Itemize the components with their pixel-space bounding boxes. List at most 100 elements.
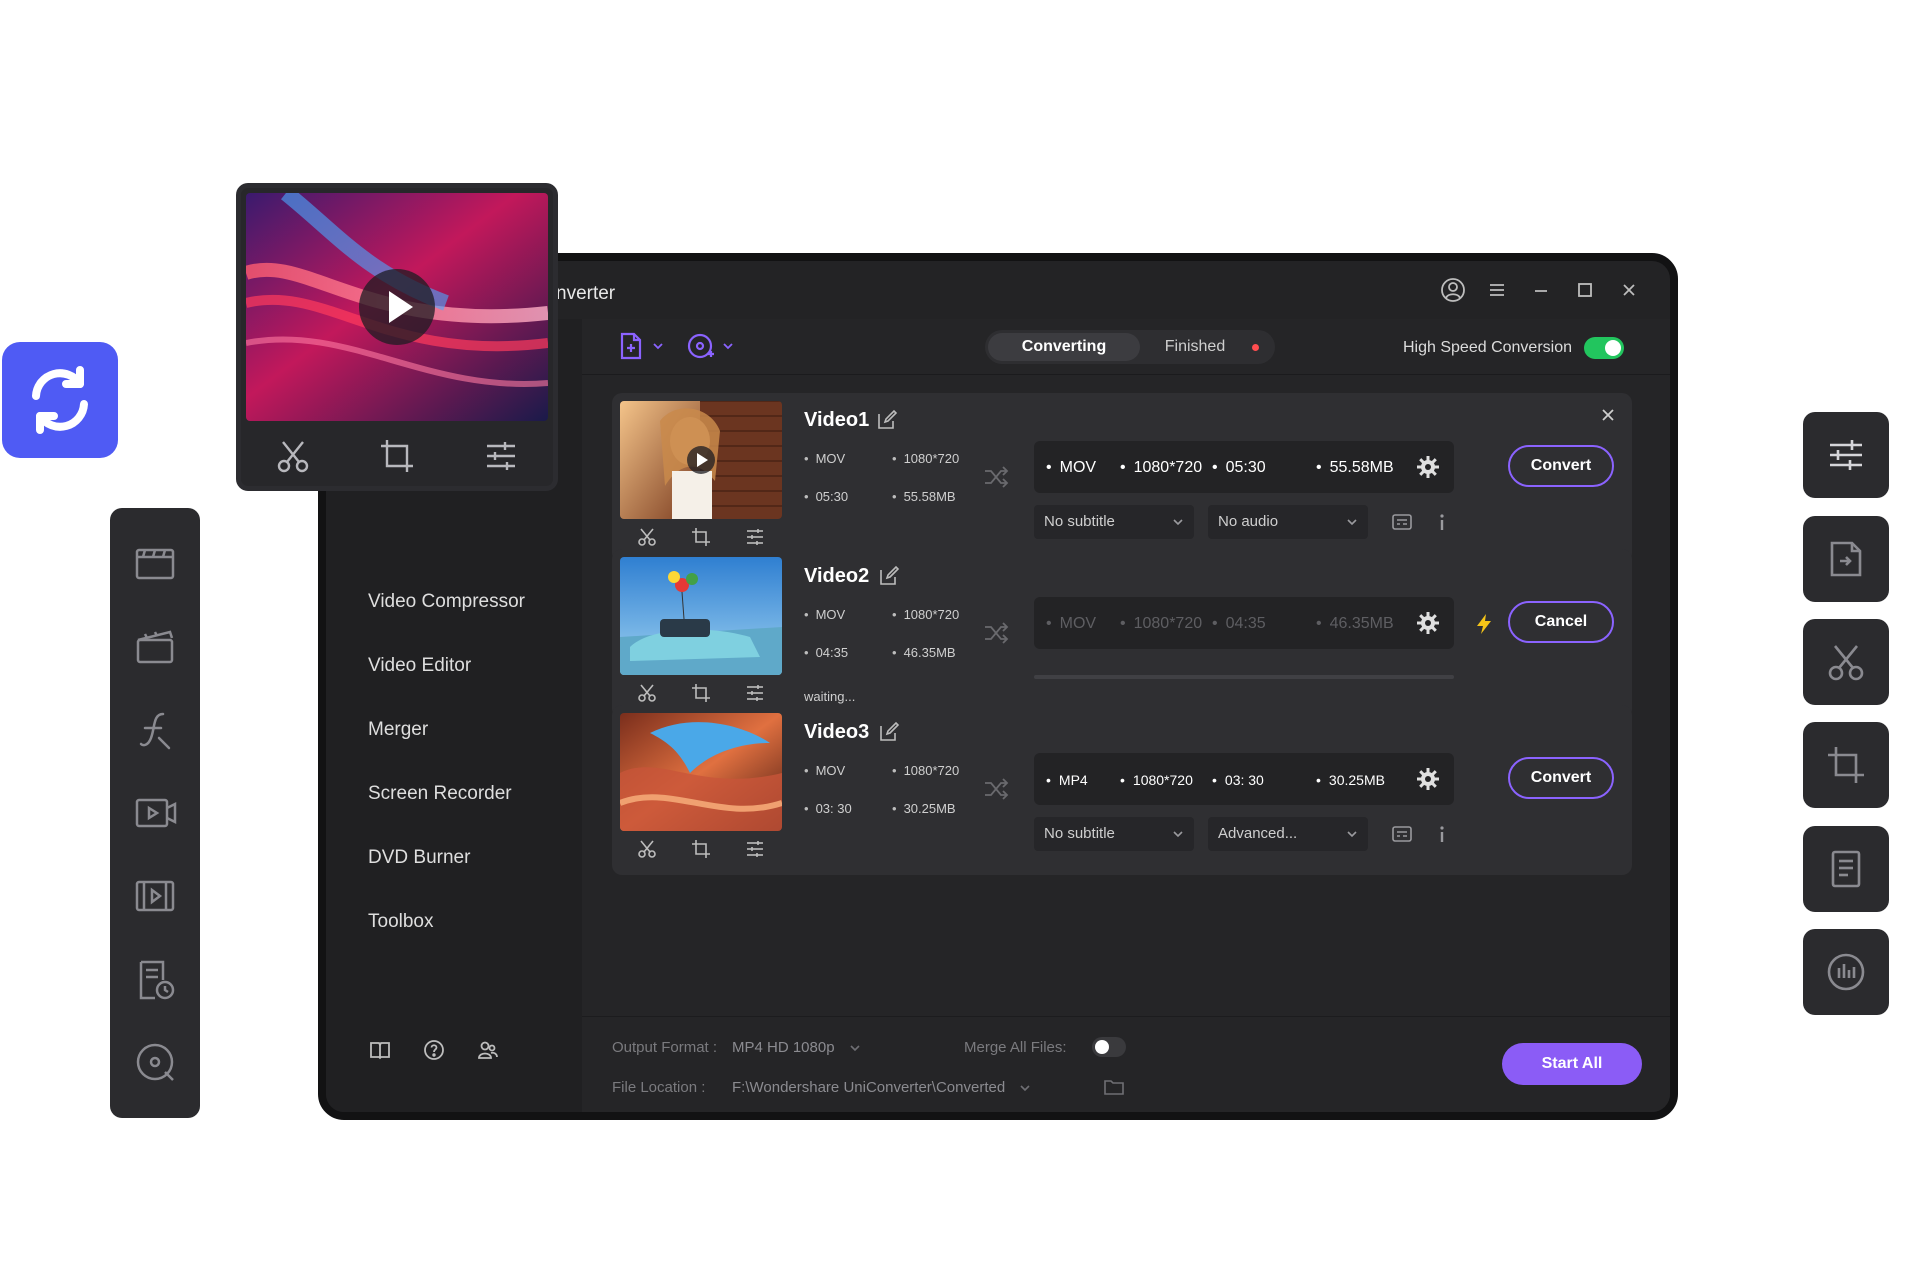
output-format-label: Output Format : (612, 1039, 718, 1056)
rename-edit-icon[interactable] (876, 409, 898, 431)
scissors-icon (1828, 645, 1864, 681)
crop-icon[interactable] (377, 436, 417, 476)
source-resolution: 1080*720 (892, 607, 960, 622)
chevron-down-icon (653, 343, 663, 350)
source-format: MOV (804, 607, 846, 622)
minimize-icon[interactable] (1528, 277, 1554, 303)
sidebar-item-video-editor[interactable]: Video Editor (368, 653, 525, 717)
rename-edit-icon[interactable] (878, 721, 900, 743)
film-strip-icon[interactable] (133, 874, 177, 918)
target-duration: 03: 30 (1212, 772, 1264, 788)
help-icon[interactable] (422, 1038, 446, 1062)
adjust-sliders-tile[interactable] (1803, 412, 1889, 498)
document-clock-icon[interactable] (133, 958, 177, 1002)
abstract-light-trails-image (246, 193, 548, 421)
subtitle-edit-icon[interactable] (1387, 507, 1417, 537)
account-icon[interactable] (1440, 277, 1466, 303)
source-format: MOV (804, 763, 846, 778)
add-file-icon (620, 332, 642, 360)
output-format-select[interactable]: MP4 HD 1080p (732, 1039, 861, 1056)
scissors-icon[interactable] (273, 436, 313, 476)
effects-sliders-icon[interactable] (744, 682, 766, 704)
sidebar-item-video-compressor[interactable]: Video Compressor (368, 589, 525, 653)
tab-converting[interactable]: Converting (988, 333, 1140, 361)
settings-gear-icon[interactable] (1416, 767, 1440, 791)
converter-icon[interactable] (133, 542, 177, 586)
audio-meter-tile[interactable] (1803, 929, 1889, 1015)
subtitle-select[interactable]: No subtitle (1034, 817, 1194, 851)
preview-image[interactable] (246, 193, 548, 421)
script-icon[interactable] (133, 708, 177, 752)
app-logo[interactable] (2, 342, 118, 458)
merge-all-toggle[interactable] (1092, 1037, 1126, 1057)
file-location-select[interactable]: F:\Wondershare UniConverter\Converted (732, 1079, 1031, 1096)
high-speed-toggle[interactable] (1584, 337, 1624, 359)
sidebar-footer (368, 1038, 500, 1062)
open-folder-icon[interactable] (1102, 1075, 1126, 1099)
settings-gear-icon[interactable] (1416, 611, 1440, 635)
start-all-button[interactable]: Start All (1502, 1043, 1642, 1085)
trim-scissors-icon[interactable] (636, 838, 658, 860)
sidebar-item-toolbox[interactable]: Toolbox (368, 909, 525, 973)
source-duration: 03: 30 (804, 801, 852, 816)
video-thumbnail[interactable] (620, 557, 782, 675)
target-settings-box[interactable]: MOV 1080*720 04:35 46.35MB (1034, 597, 1454, 649)
document-tile[interactable] (1803, 826, 1889, 912)
finished-badge-dot (1252, 344, 1259, 351)
dvd-clapper-icon[interactable] (133, 624, 177, 668)
info-icon[interactable] (1427, 819, 1457, 849)
audio-value: Advanced... (1218, 825, 1298, 842)
guide-book-icon[interactable] (368, 1038, 392, 1062)
tab-finished[interactable]: Finished (1145, 333, 1245, 361)
effects-sliders-icon[interactable] (744, 838, 766, 860)
effects-sliders-icon[interactable] (744, 526, 766, 548)
audio-select[interactable]: No audio (1208, 505, 1368, 539)
load-dvd-button[interactable] (686, 331, 734, 361)
menu-icon[interactable] (1484, 277, 1510, 303)
crop-icon[interactable] (690, 682, 712, 704)
sidebar-item-merger[interactable]: Merger (368, 717, 525, 781)
community-icon[interactable] (476, 1038, 500, 1062)
toolbar: Converting Finished High Speed Conversio… (582, 319, 1670, 375)
chevron-down-icon (850, 1045, 860, 1052)
crop-tile[interactable] (1803, 722, 1889, 808)
remove-video-icon[interactable] (1598, 405, 1618, 425)
video-name: Video3 (804, 721, 870, 743)
target-format: MOV (1046, 615, 1096, 633)
disc-icon[interactable] (133, 1040, 177, 1084)
close-icon[interactable] (1616, 277, 1642, 303)
video-thumbnail[interactable] (620, 401, 782, 519)
trim-scissors-icon[interactable] (636, 526, 658, 548)
sidebar-item-screen-recorder[interactable]: Screen Recorder (368, 781, 525, 845)
scissors-tile[interactable] (1803, 619, 1889, 705)
target-resolution: 1080*720 (1120, 772, 1193, 788)
source-format: MOV (804, 451, 846, 466)
screen-record-icon[interactable] (133, 792, 177, 836)
audio-select[interactable]: Advanced... (1208, 817, 1368, 851)
convert-button[interactable]: Convert (1508, 757, 1614, 799)
export-file-tile[interactable] (1803, 516, 1889, 602)
crop-icon[interactable] (690, 526, 712, 548)
source-resolution: 1080*720 (892, 451, 960, 466)
convert-button[interactable]: Convert (1508, 445, 1614, 487)
target-resolution: 1080*720 (1120, 459, 1203, 477)
cancel-button[interactable]: Cancel (1508, 601, 1614, 643)
crop-icon[interactable] (690, 838, 712, 860)
left-tool-rail (110, 508, 200, 1118)
sidebar-item-dvd-burner[interactable]: DVD Burner (368, 845, 525, 909)
trim-scissors-icon[interactable] (636, 682, 658, 704)
subtitle-edit-icon[interactable] (1387, 819, 1417, 849)
target-settings-box[interactable]: MOV 1080*720 05:30 55.58MB (1034, 441, 1454, 493)
adjust-sliders-icon[interactable] (481, 436, 521, 476)
info-icon[interactable] (1427, 507, 1457, 537)
video-thumbnail[interactable] (620, 713, 782, 831)
convert-arrows-icon (985, 466, 1009, 488)
merge-all-label: Merge All Files: (964, 1039, 1067, 1056)
chevron-down-icon (1173, 519, 1183, 526)
add-files-button[interactable] (618, 331, 664, 361)
maximize-icon[interactable] (1572, 277, 1598, 303)
rename-edit-icon[interactable] (878, 565, 900, 587)
subtitle-select[interactable]: No subtitle (1034, 505, 1194, 539)
settings-gear-icon[interactable] (1416, 455, 1440, 479)
target-settings-box[interactable]: MP4 1080*720 03: 30 30.25MB (1034, 753, 1454, 805)
